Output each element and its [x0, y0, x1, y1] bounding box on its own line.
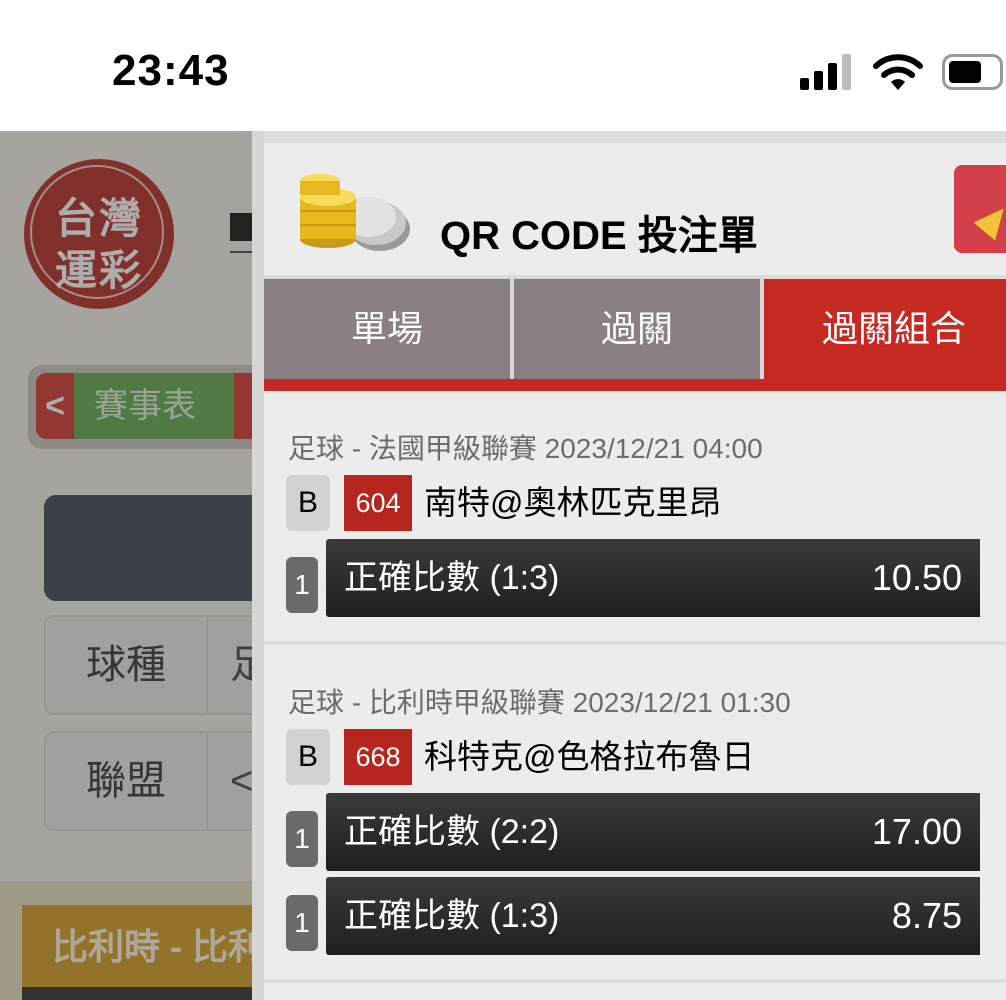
- clear-button[interactable]: [954, 165, 1006, 253]
- broom-icon: [973, 199, 1006, 241]
- modal-overlay[interactable]: [0, 131, 252, 1000]
- cellular-signal-icon: [800, 54, 851, 90]
- selection-qty[interactable]: 1: [286, 895, 318, 951]
- bet-slip-panel: QR CODE 投注單 單場 過關 過關組合 足球 - 法國甲級聯賽 2023/…: [252, 131, 1006, 1000]
- active-tab-indicator: [264, 379, 1006, 391]
- selection-qty[interactable]: 1: [286, 811, 318, 867]
- selection-odds: 10.50: [871, 557, 962, 598]
- selection-row[interactable]: 正確比數 (2:2) 17.00: [326, 793, 980, 871]
- wifi-icon: [873, 54, 923, 90]
- selection-odds: 8.75: [891, 895, 962, 936]
- coins-icon: [300, 174, 410, 251]
- tab-parlay[interactable]: 過關: [514, 279, 760, 379]
- bet-slip-title: QR CODE 投注單: [440, 214, 758, 258]
- tab-single[interactable]: 單場: [264, 279, 510, 379]
- selection-row[interactable]: 正確比數 (1:3) 10.50: [326, 539, 980, 617]
- bet-card: 足球 - 法國甲級聯賽 2023/12/21 04:00 B 604 南特@奧林…: [264, 391, 1006, 641]
- status-time: 23:43: [112, 46, 230, 95]
- bet-type-tabs: 單場 過關 過關組合: [264, 277, 1006, 379]
- bet-card-next: [264, 983, 1006, 1000]
- battery-icon: [942, 54, 1003, 90]
- bet-slip-header: QR CODE 投注單: [264, 143, 1006, 275]
- match-teams: 科特克@色格拉布魯日: [424, 738, 755, 775]
- match-teams: 南特@奧林匹克里昂: [424, 484, 722, 521]
- tab-parlay-combo[interactable]: 過關組合: [764, 279, 1006, 379]
- selection-name: 正確比數 (1:3): [344, 559, 560, 597]
- selection-qty[interactable]: 1: [286, 557, 318, 613]
- bet-type-badge: B: [286, 475, 330, 531]
- match-number: 668: [344, 729, 412, 785]
- match-league-time: 足球 - 比利時甲級聯賽 2023/12/21 01:30: [288, 687, 791, 718]
- match-league-time: 足球 - 法國甲級聯賽 2023/12/21 04:00: [288, 433, 763, 464]
- bet-type-badge: B: [286, 729, 330, 785]
- selection-name: 正確比數 (1:3): [344, 897, 560, 935]
- match-number: 604: [344, 475, 412, 531]
- status-bar: 23:43: [0, 0, 1006, 131]
- selection-odds: 17.00: [871, 811, 962, 852]
- selection-row[interactable]: 正確比數 (1:3) 8.75: [326, 877, 980, 955]
- selection-name: 正確比數 (2:2): [344, 813, 560, 851]
- bet-card: 足球 - 比利時甲級聯賽 2023/12/21 01:30 B 668 科特克@…: [264, 645, 1006, 979]
